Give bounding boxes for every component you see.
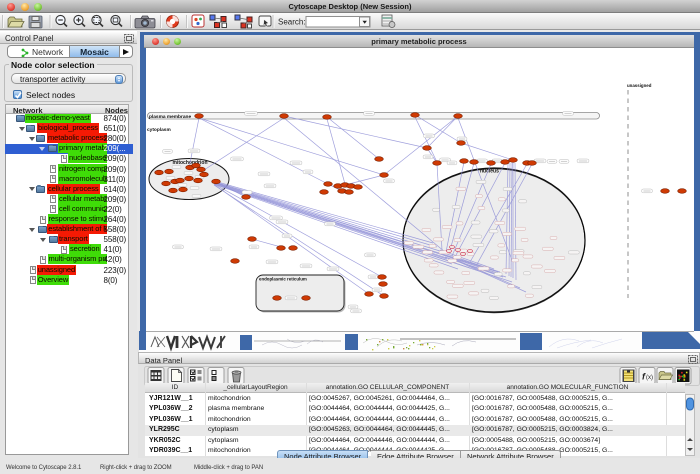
svg-text:plasma membrane: plasma membrane [149, 114, 191, 120]
svg-text:cytoplasm: cytoplasm [147, 127, 171, 133]
svg-text:unassigned: unassigned [627, 83, 652, 88]
svg-text:Search:: Search: [278, 18, 306, 27]
svg-text:nucleus: nucleus [480, 169, 499, 175]
svg-text:endoplasmic reticulum: endoplasmic reticulum [259, 277, 307, 282]
svg-text:(x): (x) [646, 375, 653, 381]
